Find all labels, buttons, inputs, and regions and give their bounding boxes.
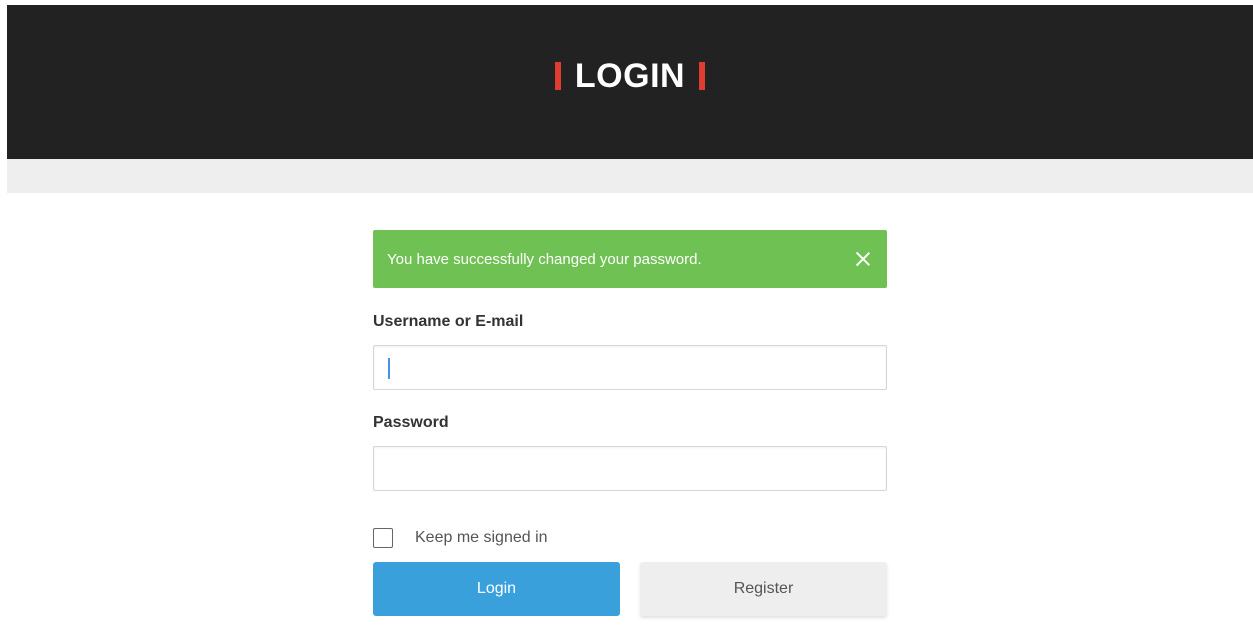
remember-me-label[interactable]: Keep me signed in (415, 529, 548, 547)
alert-message: You have successfully changed your passw… (387, 250, 702, 268)
remember-me-checkbox[interactable] (373, 528, 393, 548)
password-label: Password (373, 414, 449, 431)
header-divider-strip (7, 159, 1253, 193)
page: LOGIN You have successfully changed your… (7, 5, 1253, 630)
page-title: LOGIN (574, 56, 686, 95)
title-accent-right (699, 62, 706, 90)
register-button[interactable]: Register (640, 562, 887, 616)
close-icon[interactable] (855, 251, 871, 267)
password-field[interactable] (373, 446, 887, 491)
remember-me-row: Keep me signed in (373, 528, 887, 548)
page-header: LOGIN (7, 5, 1253, 159)
form-actions: Login Register (373, 562, 887, 616)
login-form: You have successfully changed your passw… (373, 230, 887, 616)
title-accent-left (554, 62, 561, 90)
username-label: Username or E-mail (373, 313, 524, 330)
title-group: LOGIN (554, 56, 706, 96)
success-alert: You have successfully changed your passw… (373, 230, 887, 288)
username-field[interactable] (373, 345, 887, 390)
login-button[interactable]: Login (373, 562, 620, 616)
text-caret (388, 358, 390, 379)
